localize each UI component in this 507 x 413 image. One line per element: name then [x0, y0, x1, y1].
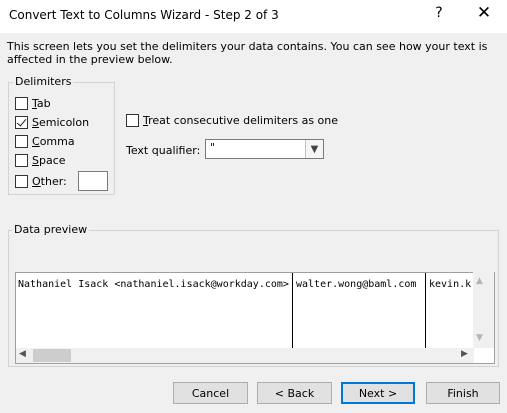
- delimiters-group-title: Delimiters: [13, 75, 74, 88]
- horizontal-scroll-thumb[interactable]: [33, 349, 71, 362]
- help-button[interactable]: ?: [432, 5, 446, 21]
- comma-checkbox[interactable]: Comma: [15, 133, 75, 149]
- cancel-button[interactable]: Cancel: [173, 382, 248, 404]
- preview-column-2[interactable]: walter.wong@baml.com: [294, 273, 426, 349]
- scroll-down-icon[interactable]: ▼: [476, 333, 483, 343]
- scroll-left-icon[interactable]: ◀: [19, 349, 26, 359]
- next-button[interactable]: Next >: [341, 382, 415, 404]
- back-button[interactable]: < Back: [257, 382, 332, 404]
- window-title: Convert Text to Columns Wizard - Step 2 …: [9, 8, 279, 22]
- semicolon-checkbox-box[interactable]: [15, 115, 28, 129]
- consecutive-delimiters-checkbox[interactable]: Treat consecutive delimiters as one: [126, 112, 338, 128]
- preview-column-1[interactable]: Nathaniel Isack <nathaniel.isack@workday…: [16, 273, 293, 349]
- comma-checkbox-box[interactable]: [15, 134, 28, 148]
- consecutive-delimiters-label: Treat consecutive delimiters as one: [143, 113, 339, 127]
- other-delimiter-input[interactable]: [78, 171, 108, 191]
- finish-button[interactable]: Finish: [426, 382, 500, 404]
- semicolon-checkbox-label: Semicolon: [32, 115, 90, 129]
- space-checkbox-label: Space: [32, 153, 66, 167]
- tab-checkbox-label: Tab: [32, 96, 51, 110]
- scroll-right-icon[interactable]: ▶: [461, 349, 468, 359]
- scroll-up-icon[interactable]: ▲: [476, 276, 483, 286]
- tab-checkbox[interactable]: Tab: [15, 95, 51, 111]
- other-checkbox-box[interactable]: [15, 174, 28, 188]
- other-checkbox-label: Other:: [32, 174, 67, 188]
- space-checkbox[interactable]: Space: [15, 152, 66, 168]
- semicolon-checkbox[interactable]: Semicolon: [15, 114, 89, 130]
- comma-checkbox-label: Comma: [32, 134, 75, 148]
- text-qualifier-value: ": [210, 141, 216, 154]
- space-checkbox-box[interactable]: [15, 153, 28, 167]
- description-text: This screen lets you set the delimiters …: [7, 40, 488, 66]
- tab-checkbox-box[interactable]: [15, 96, 28, 110]
- consecutive-delimiters-box[interactable]: [126, 113, 139, 127]
- chevron-down-icon[interactable]: ▼: [305, 140, 323, 158]
- text-qualifier-label: Text qualifier:: [126, 144, 201, 157]
- close-button[interactable]: ✕: [474, 3, 494, 23]
- data-preview-title: Data preview: [12, 223, 90, 236]
- horizontal-scrollbar[interactable]: [16, 348, 474, 363]
- preview-column-3[interactable]: kevin.k: [427, 273, 474, 349]
- other-checkbox[interactable]: Other:: [15, 173, 67, 189]
